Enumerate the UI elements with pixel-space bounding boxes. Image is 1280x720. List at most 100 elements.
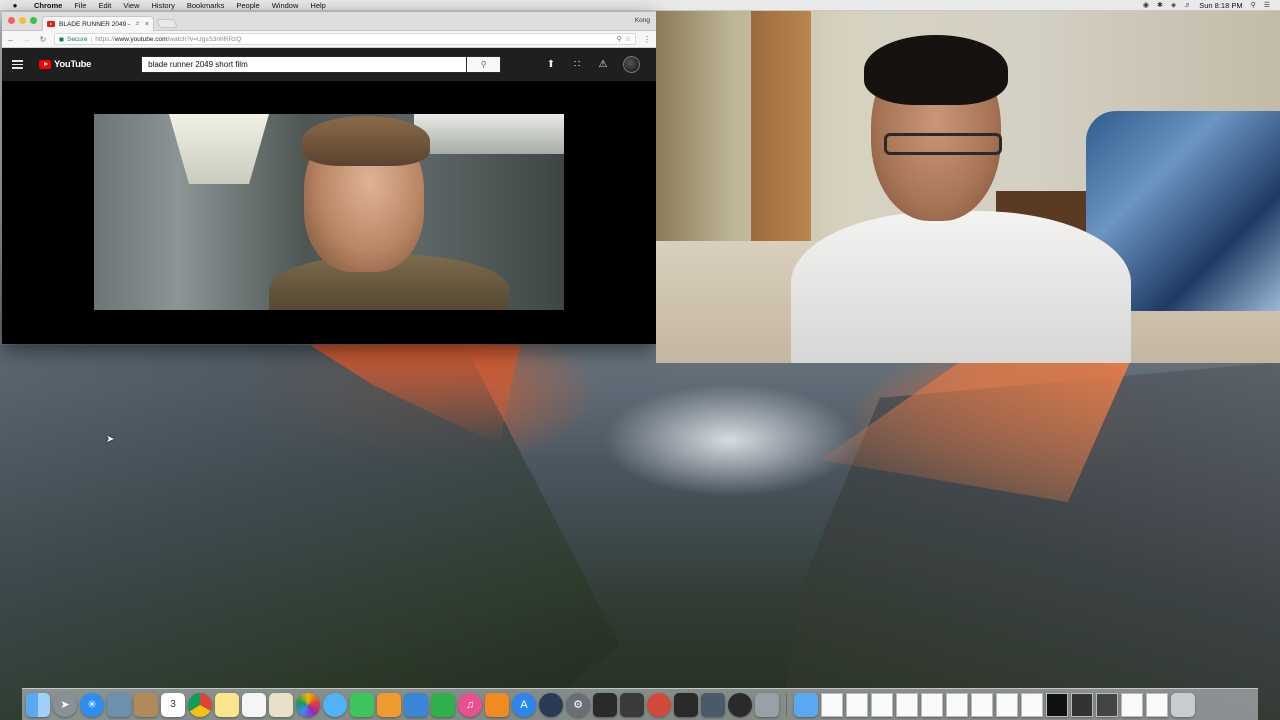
ibooks-icon[interactable] xyxy=(485,692,509,717)
menu-file[interactable]: File xyxy=(74,1,86,10)
forward-arrow-icon[interactable]: → xyxy=(22,35,32,44)
chrome-icon[interactable] xyxy=(188,692,212,717)
itunes-icon[interactable]: ♫ xyxy=(458,692,482,717)
dock-document[interactable] xyxy=(1121,692,1143,717)
menu-window[interactable]: Window xyxy=(272,1,299,10)
bluetooth-icon[interactable]: ✱ xyxy=(1157,1,1163,9)
chrome-menu-icon[interactable]: ⋮ xyxy=(642,35,652,44)
guide-menu-icon[interactable] xyxy=(12,60,23,69)
spotlight-icon[interactable]: ⚲ xyxy=(1251,1,1256,9)
search-icon[interactable]: ⚲ xyxy=(467,56,502,73)
claquette-icon[interactable] xyxy=(674,692,698,717)
dock-document[interactable] xyxy=(846,692,868,717)
menu-app-name[interactable]: Chrome xyxy=(34,1,62,10)
dock-document[interactable] xyxy=(1071,692,1093,717)
finder-icon[interactable] xyxy=(26,692,50,717)
messages-icon[interactable] xyxy=(323,692,347,717)
zoom-magnifier-icon[interactable]: ⚲ xyxy=(617,35,622,43)
wifi-icon[interactable]: ◈ xyxy=(1171,1,1176,9)
mouse-cursor-icon: ➤ xyxy=(106,434,115,445)
pages-icon[interactable] xyxy=(377,692,401,717)
youtube-search-input[interactable]: blade runner 2049 short film xyxy=(141,56,468,73)
app-store-icon[interactable]: A xyxy=(512,692,536,717)
close-window-button[interactable] xyxy=(8,17,15,24)
dock-document[interactable] xyxy=(896,692,918,717)
url-text: https://www.youtube.com/watch?v=UgsS3nhR… xyxy=(95,36,613,43)
webcam-person-hair xyxy=(864,35,1008,105)
facetime-icon[interactable] xyxy=(350,692,374,717)
menu-people[interactable]: People xyxy=(236,1,259,10)
bell-icon[interactable]: ⚠ xyxy=(597,59,609,70)
url-scheme: https:// xyxy=(95,35,115,43)
camera-icon[interactable] xyxy=(728,692,752,717)
browser-tab-active[interactable]: BLADE RUNNER 2049 - "2 ♬ × xyxy=(42,16,154,31)
dock-document[interactable] xyxy=(821,692,843,717)
dock-document[interactable] xyxy=(921,692,943,717)
minimize-window-button[interactable] xyxy=(19,17,26,24)
menu-history[interactable]: History xyxy=(152,1,175,10)
menu-edit[interactable]: Edit xyxy=(98,1,111,10)
youtube-favicon-icon xyxy=(47,21,55,27)
apple-icon[interactable]: ● xyxy=(10,1,20,10)
downloads-folder-icon[interactable] xyxy=(794,692,818,717)
notes-icon[interactable] xyxy=(215,692,239,717)
system-preferences-icon[interactable]: ⚙ xyxy=(566,692,590,717)
volume-icon[interactable]: ♬ xyxy=(1184,2,1191,9)
youtube-logo-text: YouTube xyxy=(54,59,92,70)
dock-document[interactable] xyxy=(971,692,993,717)
keynote-icon[interactable] xyxy=(404,692,428,717)
browser-toolbar: ← → ↻ ◼ Secure | https://www.youtube.com… xyxy=(2,31,656,48)
account-avatar[interactable] xyxy=(623,56,640,73)
apps-grid-icon[interactable]: ∷ xyxy=(571,59,583,70)
menu-help[interactable]: Help xyxy=(310,1,325,10)
video-frame[interactable] xyxy=(94,114,564,310)
motion-icon[interactable] xyxy=(620,692,644,717)
profile-name[interactable]: Kong xyxy=(635,17,650,24)
quicktime-icon[interactable] xyxy=(539,692,563,717)
record-icon[interactable]: ◉ xyxy=(1143,1,1149,9)
video-player[interactable] xyxy=(2,82,656,344)
menu-view[interactable]: View xyxy=(123,1,139,10)
contacts-icon[interactable] xyxy=(134,692,158,717)
numbers-icon[interactable] xyxy=(431,692,455,717)
photos-icon[interactable] xyxy=(296,692,320,717)
tab-audio-icon[interactable]: ♬ xyxy=(135,21,141,27)
safari-icon[interactable]: ✳ xyxy=(80,692,104,717)
reload-icon[interactable]: ↻ xyxy=(38,35,48,44)
screenshot-icon[interactable] xyxy=(701,692,725,717)
new-tab-button[interactable] xyxy=(156,19,178,28)
preview-icon[interactable] xyxy=(107,692,131,717)
disk-utility-icon[interactable] xyxy=(755,692,779,717)
menubar-clock[interactable]: Sun 8:18 PM xyxy=(1199,1,1242,10)
dock-document[interactable] xyxy=(1021,692,1043,717)
launchpad-icon[interactable]: ➤ xyxy=(53,692,77,717)
tab-title: BLADE RUNNER 2049 - "2 xyxy=(59,20,131,28)
tab-strip: BLADE RUNNER 2049 - "2 ♬ × Kong xyxy=(2,12,656,31)
calendar-icon[interactable]: 3 xyxy=(161,692,185,717)
address-bar[interactable]: ◼ Secure | https://www.youtube.com/watch… xyxy=(54,33,636,45)
youtube-logo[interactable]: YouTube xyxy=(39,59,91,70)
dock-separator xyxy=(786,692,787,717)
reminders-icon[interactable] xyxy=(242,692,266,717)
webcam-person-shirt xyxy=(791,211,1131,363)
dock-document[interactable] xyxy=(1046,692,1068,717)
webcam-door xyxy=(751,11,811,261)
zoom-window-button[interactable] xyxy=(30,17,37,24)
menu-bookmarks[interactable]: Bookmarks xyxy=(187,1,225,10)
webcam-overlay xyxy=(656,11,1280,363)
back-arrow-icon[interactable]: ← xyxy=(6,35,16,44)
compressor-icon[interactable] xyxy=(647,692,671,717)
tab-close-icon[interactable]: × xyxy=(145,21,149,28)
macos-dock: ➤ ✳ 3 ♫ A ⚙ xyxy=(22,688,1258,720)
dock-document[interactable] xyxy=(996,692,1018,717)
upload-icon[interactable]: ⬆ xyxy=(545,59,557,70)
dock-document[interactable] xyxy=(1146,692,1168,717)
dock-document[interactable] xyxy=(1096,692,1118,717)
notification-center-icon[interactable]: ☰ xyxy=(1264,1,1270,9)
textedit-icon[interactable] xyxy=(269,692,293,717)
trash-icon[interactable] xyxy=(1171,692,1195,717)
bookmark-star-icon[interactable]: ☆ xyxy=(625,35,631,43)
dock-document[interactable] xyxy=(871,692,893,717)
dock-document[interactable] xyxy=(946,692,968,717)
final-cut-icon[interactable] xyxy=(593,692,617,717)
